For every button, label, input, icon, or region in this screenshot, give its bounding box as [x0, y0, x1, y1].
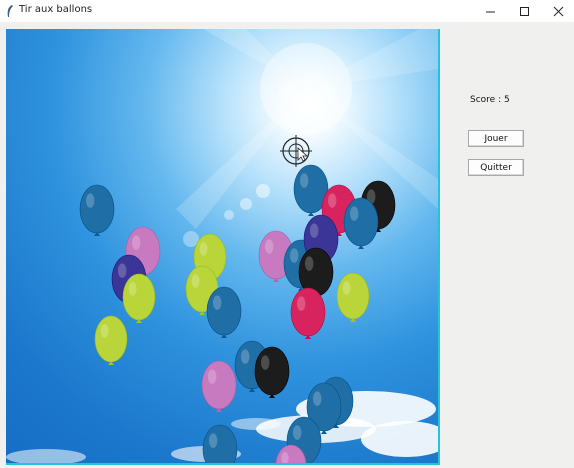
- close-button[interactable]: [541, 0, 574, 22]
- minimize-icon: [485, 11, 495, 12]
- balloon[interactable]: [201, 360, 237, 412]
- control-panel: Score : 5 Jouer Quitter: [440, 22, 574, 468]
- balloon[interactable]: [94, 315, 128, 365]
- title-bar: Tir aux ballons: [0, 0, 574, 22]
- window-title: Tir aux ballons: [19, 4, 93, 15]
- maximize-icon: [519, 6, 529, 16]
- maximize-button[interactable]: [507, 0, 541, 22]
- close-icon: [553, 6, 563, 16]
- balloon[interactable]: [336, 272, 370, 322]
- crosshair-icon: [280, 135, 312, 167]
- balloon[interactable]: [79, 184, 115, 236]
- score-label: Score : 5: [470, 95, 510, 105]
- minimize-button[interactable]: [473, 0, 507, 22]
- balloon[interactable]: [343, 197, 379, 249]
- balloon[interactable]: [254, 346, 290, 398]
- balloon[interactable]: [206, 286, 242, 338]
- feather-icon: [7, 5, 13, 17]
- quit-button[interactable]: Quitter: [468, 159, 524, 176]
- balloon[interactable]: [290, 287, 326, 339]
- game-canvas[interactable]: [6, 29, 440, 465]
- play-button[interactable]: Jouer: [468, 130, 524, 147]
- balloon[interactable]: [202, 424, 238, 463]
- balloon-scene[interactable]: [6, 29, 438, 463]
- balloon[interactable]: [122, 273, 156, 323]
- balloon-group[interactable]: [79, 164, 396, 463]
